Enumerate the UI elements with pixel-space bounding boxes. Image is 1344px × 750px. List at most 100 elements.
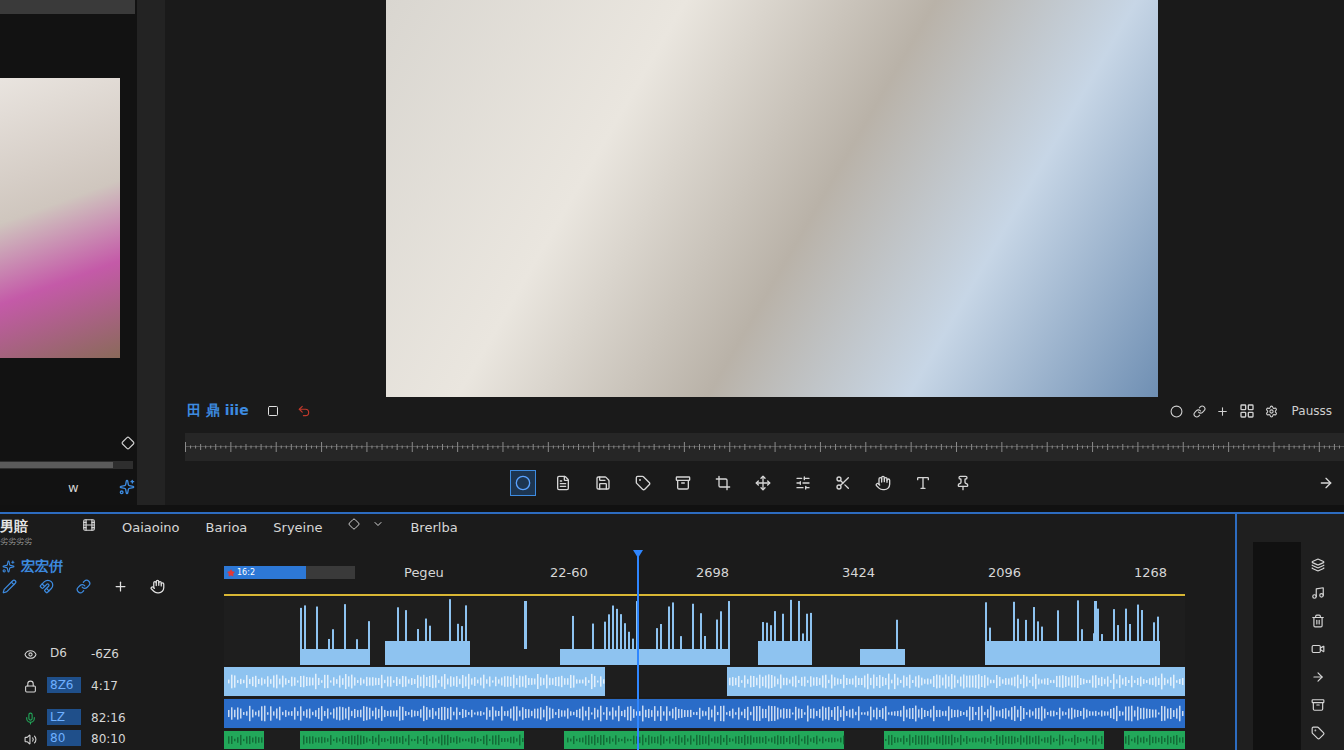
subtitle: 劣劣劣劣 — [0, 536, 56, 547]
film-icon[interactable] — [82, 518, 96, 532]
menu-item[interactable]: Brerlba — [410, 518, 457, 535]
timeline-panel: 男賠劣劣劣劣OaiaoinoBarioaSryeineBrerlba宏宏倂16:… — [0, 512, 1344, 750]
arrow-right-icon[interactable] — [1318, 475, 1334, 491]
program-monitor: 田 鼎 iiie Pausss — [165, 0, 1344, 505]
program-label: 田 鼎 iiie — [187, 402, 249, 420]
grid-icon[interactable] — [1239, 403, 1255, 419]
tool-icons — [1311, 542, 1325, 750]
track-lane[interactable] — [224, 597, 1185, 665]
program-controls: 田 鼎 iiie Pausss — [165, 399, 1344, 423]
archive-icon[interactable] — [675, 475, 691, 491]
volume-icon[interactable] — [24, 733, 37, 746]
track-value: 82:16 — [91, 711, 126, 725]
chevron-down-icon[interactable] — [372, 518, 384, 530]
eye-icon[interactable] — [24, 648, 37, 661]
title: 男賠 — [0, 518, 56, 536]
plus-icon[interactable] — [113, 579, 128, 594]
save-icon[interactable] — [595, 475, 611, 491]
star-icon — [227, 569, 235, 577]
pin-icon[interactable] — [955, 475, 971, 491]
tool-button[interactable] — [590, 470, 616, 496]
document-icon[interactable] — [555, 475, 571, 491]
type-icon[interactable] — [915, 475, 931, 491]
marker-bar[interactable]: 16:2 — [224, 566, 355, 579]
tool-button[interactable] — [870, 470, 896, 496]
archive-icon[interactable] — [1311, 698, 1325, 712]
timeline-ruler[interactable]: 16:2Pegeu22-602698342420961268 — [224, 558, 1185, 596]
source-footer: w — [0, 469, 137, 505]
mic-icon[interactable] — [24, 712, 37, 725]
track-lane[interactable] — [224, 666, 1185, 697]
ruler-label: Pegeu — [404, 565, 550, 580]
playhead-handle[interactable] — [633, 550, 643, 558]
tool-button[interactable] — [510, 470, 536, 496]
work-area-bar[interactable] — [224, 594, 1185, 596]
program-view — [165, 0, 1344, 397]
tool-button[interactable] — [910, 470, 936, 496]
tool-row — [165, 461, 1344, 505]
pause-button[interactable]: Pausss — [1288, 403, 1336, 419]
track-row: 8Z64:17 — [0, 666, 1235, 697]
track-name[interactable]: LZ — [47, 709, 81, 725]
tool-button[interactable] — [550, 470, 576, 496]
video-editor: w 田 鼎 iiie Pausss 男賠劣劣劣劣 Oaiaoino Barioa Sryei… — [0, 0, 1344, 750]
scissors-icon[interactable] — [835, 475, 851, 491]
magnet-icon[interactable] — [39, 579, 54, 594]
menu-item[interactable]: Oaiaoino — [122, 518, 180, 535]
program-ruler[interactable] — [185, 433, 1344, 461]
track-lane[interactable] — [224, 730, 1185, 750]
tool-button[interactable] — [710, 470, 736, 496]
track-head: 8080:10 — [0, 730, 224, 750]
diamond-icon[interactable] — [348, 518, 360, 530]
playhead[interactable] — [637, 556, 639, 750]
move-icon[interactable] — [755, 475, 771, 491]
diamond-icon[interactable] — [121, 436, 135, 450]
hand-icon[interactable] — [150, 579, 165, 594]
track-name[interactable]: D6 — [47, 645, 81, 661]
tool-button[interactable] — [750, 470, 776, 496]
scrub-fill — [0, 462, 113, 468]
plus-icon[interactable] — [1216, 405, 1229, 418]
sparkle-icon[interactable] — [119, 479, 135, 495]
sliders-icon[interactable] — [795, 475, 811, 491]
lock-icon[interactable] — [24, 680, 37, 693]
layers-icon[interactable] — [1311, 558, 1325, 572]
track-name[interactable]: 80 — [47, 730, 81, 746]
sparkle-icon[interactable] — [2, 560, 15, 573]
menu-item[interactable]: Sryeine — [273, 518, 322, 535]
track-lane[interactable] — [224, 698, 1185, 729]
circle-icon[interactable] — [1170, 405, 1183, 418]
timeline-header: 男賠劣劣劣劣 Oaiaoino Barioa Sryeine Brerlba — [0, 514, 1235, 558]
stop-icon[interactable] — [267, 405, 279, 417]
circle-icon[interactable] — [515, 475, 531, 491]
tag-icon[interactable] — [635, 475, 651, 491]
source-scrollbar[interactable] — [0, 0, 135, 14]
arrow-right-icon[interactable] — [1311, 670, 1325, 684]
tool-button[interactable] — [790, 470, 816, 496]
tool-button[interactable] — [950, 470, 976, 496]
divider — [0, 505, 1344, 512]
ruler-label: 1268 — [1134, 565, 1237, 580]
tool-button[interactable] — [630, 470, 656, 496]
timeline-subrow: 宏宏倂16:2Pegeu22-602698342420961268 — [0, 558, 1235, 596]
video-icon[interactable] — [1311, 642, 1325, 656]
link-icon[interactable] — [1193, 405, 1206, 418]
tag-icon[interactable] — [1311, 726, 1325, 740]
source-frame — [0, 78, 120, 358]
tool-button[interactable] — [830, 470, 856, 496]
hand-icon[interactable] — [875, 475, 891, 491]
settings-icon[interactable] — [1265, 405, 1278, 418]
music-icon[interactable] — [1311, 586, 1325, 600]
trash-icon[interactable] — [1311, 614, 1325, 628]
track-value: -6Z6 — [91, 647, 119, 661]
link-icon[interactable] — [76, 579, 91, 594]
crop-icon[interactable] — [715, 475, 731, 491]
source-panel: w — [0, 0, 137, 505]
source-controls — [0, 433, 137, 457]
track-name[interactable]: 8Z6 — [47, 677, 81, 693]
menu-item[interactable]: Barioa — [206, 518, 248, 535]
pencil-icon[interactable] — [2, 579, 17, 594]
undo-icon[interactable] — [297, 404, 311, 418]
source-scrub-slider[interactable] — [0, 461, 133, 469]
tool-button[interactable] — [670, 470, 696, 496]
